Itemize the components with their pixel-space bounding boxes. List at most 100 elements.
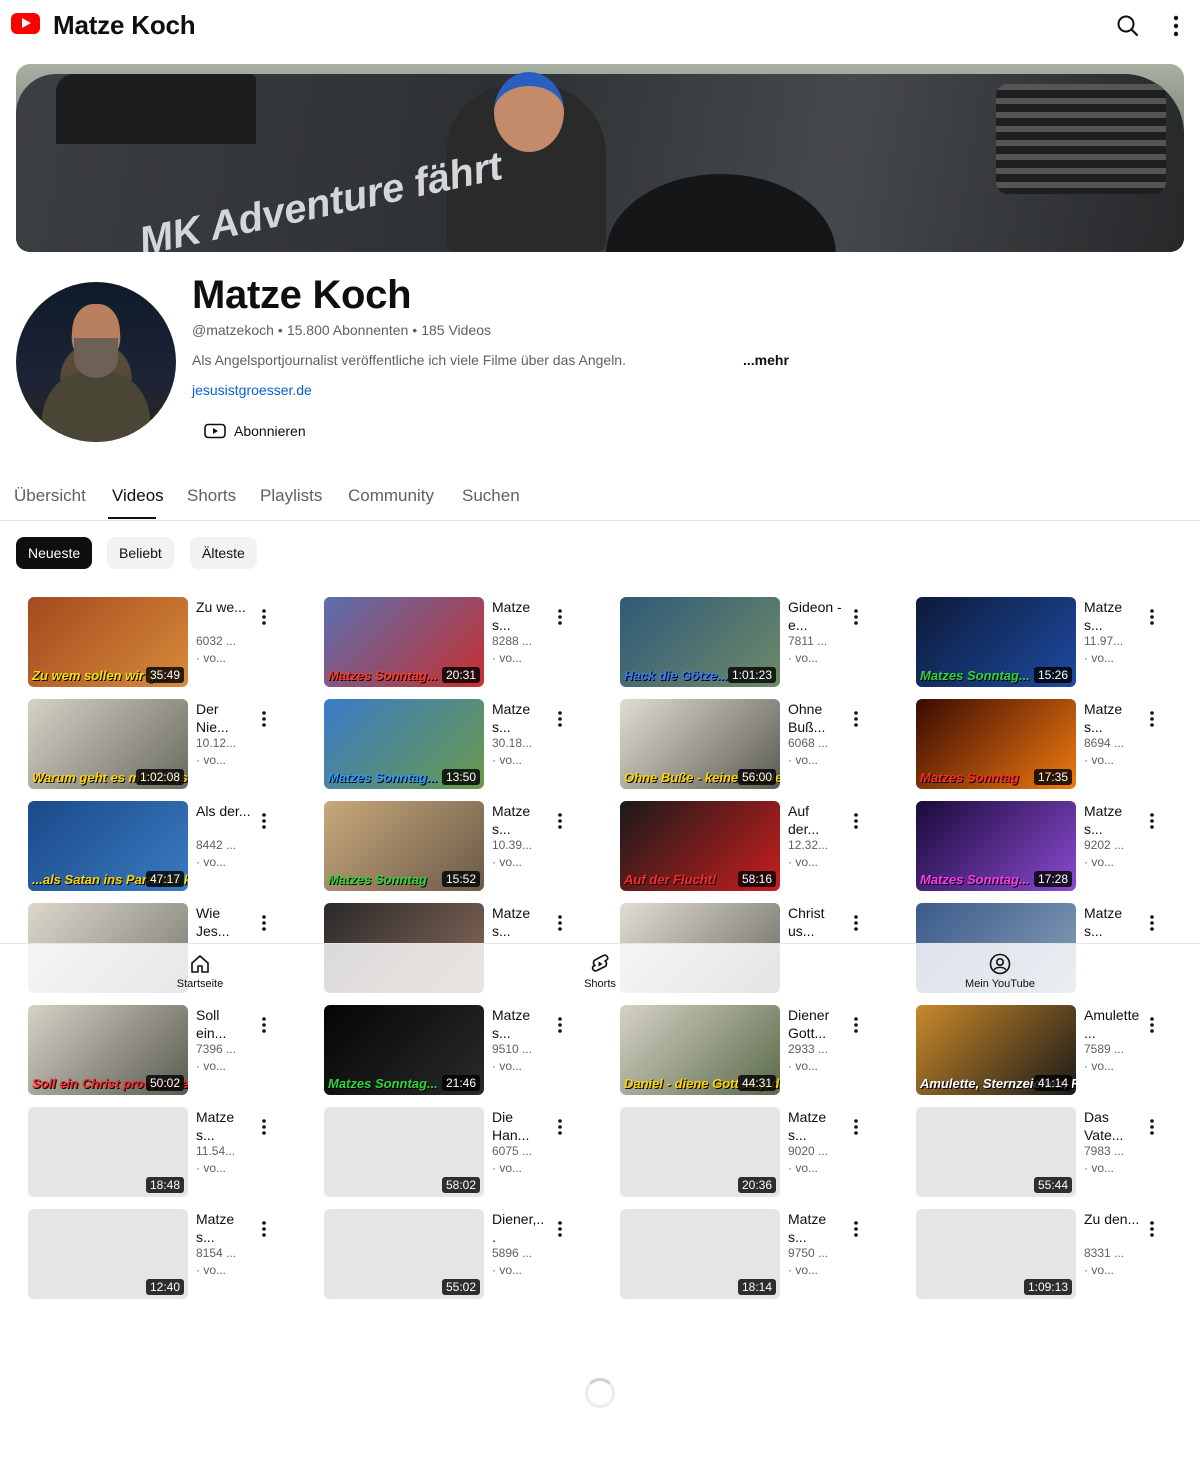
video-thumbnail[interactable]: Soll ein Christ provozieren? 50:02 [28, 1005, 188, 1095]
video-thumbnail[interactable]: Hack die Götze... 1:01:23 [620, 597, 780, 687]
video-menu-button[interactable] [552, 605, 568, 629]
video-menu-button[interactable] [848, 605, 864, 629]
video-title[interactable]: Zu we... [196, 598, 252, 616]
video-title[interactable]: Zu den... [1084, 1210, 1140, 1228]
video-thumbnail[interactable]: 18:48 [28, 1107, 188, 1197]
video-menu-button[interactable] [848, 809, 864, 833]
video-title[interactable]: Matze s... [1084, 700, 1140, 736]
video-thumbnail[interactable]: Matzes Sonntag... 21:46 [324, 1005, 484, 1095]
video-menu-button[interactable] [1144, 1013, 1160, 1037]
chip-oldest[interactable]: Älteste [190, 537, 257, 569]
tab-shorts[interactable]: Shorts [187, 486, 236, 506]
video-title[interactable]: Amulette... [1084, 1006, 1140, 1042]
video-card[interactable]: 55:44 Das Vate... 7983 ... · vo... [916, 1107, 1188, 1199]
video-menu-button[interactable] [1144, 707, 1160, 731]
video-menu-button[interactable] [256, 1115, 272, 1139]
video-title[interactable]: Gideon - e... [788, 598, 844, 634]
video-card[interactable]: Amulette, Sternzeichen, Reliquien41:14Am… [916, 1005, 1188, 1097]
video-menu-button[interactable] [256, 911, 272, 935]
tab-videos[interactable]: Videos [112, 486, 164, 506]
video-title[interactable]: Matze s... [1084, 802, 1140, 838]
video-title[interactable]: Matze s... [492, 904, 548, 940]
video-menu-button[interactable] [1144, 605, 1160, 629]
video-title[interactable]: Wie Jes... [196, 904, 252, 940]
video-thumbnail[interactable]: Ohne Buße - keine Gnade 56:00 [620, 699, 780, 789]
video-menu-button[interactable] [256, 1217, 272, 1241]
video-title[interactable]: Matze s... [492, 598, 548, 634]
video-thumbnail[interactable]: Matzes Sonntag... 17:28 [916, 801, 1076, 891]
video-card[interactable]: Matzes Sonntag 17:35 Matze s... 8694 ... · v… [916, 699, 1188, 791]
tab-community[interactable]: Community [348, 486, 434, 506]
video-thumbnail[interactable]: Matzes Sonntag 17:35 [916, 699, 1076, 789]
video-thumbnail[interactable]: Zu wem sollen wir g... 35:49 [28, 597, 188, 687]
video-title[interactable]: Christ us... [788, 904, 844, 940]
video-menu-button[interactable] [256, 707, 272, 731]
nav-shorts[interactable]: Shorts [540, 952, 660, 990]
video-title[interactable]: Ohne Buß... [788, 700, 844, 736]
video-card[interactable]: ...als Satan ins Paradies kam47:17 Als de… [28, 801, 300, 893]
video-menu-button[interactable] [552, 911, 568, 935]
search-button[interactable] [1112, 10, 1144, 42]
video-title[interactable]: Die Han... [492, 1108, 548, 1144]
video-card[interactable]: 18:48 Matze s... 11.54... · vo... [28, 1107, 300, 1199]
video-title[interactable]: Matze s... [1084, 598, 1140, 634]
subscribe-button[interactable]: Abonnieren [198, 417, 312, 445]
video-title[interactable]: Als der... [196, 802, 252, 820]
video-title[interactable]: Matze s... [492, 802, 548, 838]
nav-my-youtube[interactable]: Mein YouTube [940, 952, 1060, 990]
video-card[interactable]: 58:02 Die Han... 6075 ... · vo... [324, 1107, 596, 1199]
video-thumbnail[interactable]: Daniel - diene Gott zu jeder Zeit44:31 [620, 1005, 780, 1095]
video-title[interactable]: Der Nie... [196, 700, 252, 736]
video-card[interactable]: 18:14 Matze s... 9750 ... · vo... [620, 1209, 892, 1301]
video-card[interactable]: Hack die Götze... 1:01:23 Gideon - e... 781… [620, 597, 892, 689]
more-options-button[interactable] [1160, 10, 1192, 42]
chip-newest[interactable]: Neueste [16, 537, 93, 569]
chip-popular[interactable]: Beliebt [107, 537, 174, 569]
nav-home[interactable]: Startseite [140, 952, 260, 990]
video-thumbnail[interactable]: 1:09:13 [916, 1209, 1076, 1299]
video-title[interactable]: Diener Gott... [788, 1006, 844, 1042]
video-menu-button[interactable] [848, 1115, 864, 1139]
video-title[interactable]: Matze s... [1084, 904, 1140, 940]
description-more-link[interactable]: ...mehr [743, 352, 789, 368]
channel-external-link[interactable]: jesusistgroesser.de [192, 382, 312, 398]
video-thumbnail[interactable]: Amulette, Sternzeichen, Reliquien41:14 [916, 1005, 1076, 1095]
video-card[interactable]: Matzes Sonntag... 13:50 Matze s... 30.18...… [324, 699, 596, 791]
video-thumbnail[interactable]: 55:44 [916, 1107, 1076, 1197]
video-card[interactable]: Auf der Flucht! 58:16 Auf der... 12.32... · … [620, 801, 892, 893]
video-menu-button[interactable] [1144, 1217, 1160, 1241]
video-menu-button[interactable] [1144, 911, 1160, 935]
video-title[interactable]: Soll ein... [196, 1006, 252, 1042]
video-card[interactable]: Soll ein Christ provozieren? 50:02 Soll ei… [28, 1005, 300, 1097]
video-thumbnail[interactable]: Matzes Sonntag 15:52 [324, 801, 484, 891]
video-menu-button[interactable] [848, 707, 864, 731]
tab-overview[interactable]: Übersicht [14, 486, 86, 506]
video-menu-button[interactable] [552, 1013, 568, 1037]
video-card[interactable]: Matzes Sonntag... 21:46 Matze s... 9510 ...… [324, 1005, 596, 1097]
video-card[interactable]: Matzes Sonntag... 17:28 Matze s... 9202 ...… [916, 801, 1188, 893]
video-menu-button[interactable] [1144, 1115, 1160, 1139]
video-menu-button[interactable] [552, 1115, 568, 1139]
video-card[interactable]: Matzes Sonntag... 15:26 Matze s... 11.97...… [916, 597, 1188, 689]
video-menu-button[interactable] [256, 1013, 272, 1037]
video-title[interactable]: Matze s... [196, 1108, 252, 1144]
video-card[interactable]: 20:36 Matze s... 9020 ... · vo... [620, 1107, 892, 1199]
youtube-logo-icon[interactable] [11, 13, 40, 34]
tab-search[interactable]: Suchen [462, 486, 520, 506]
video-card[interactable]: Matzes Sonntag... 20:31 Matze s... 8288 ...… [324, 597, 596, 689]
video-menu-button[interactable] [256, 605, 272, 629]
video-card[interactable]: 55:02 Diener,... 5896 ... · vo... [324, 1209, 596, 1301]
video-menu-button[interactable] [1144, 809, 1160, 833]
video-thumbnail[interactable]: 12:40 [28, 1209, 188, 1299]
video-title[interactable]: Das Vate... [1084, 1108, 1140, 1144]
video-thumbnail[interactable]: ...als Satan ins Paradies kam47:17 [28, 801, 188, 891]
video-thumbnail[interactable]: 18:14 [620, 1209, 780, 1299]
tab-playlists[interactable]: Playlists [260, 486, 322, 506]
video-card[interactable]: Daniel - diene Gott zu jeder Zeit44:31Di… [620, 1005, 892, 1097]
video-menu-button[interactable] [552, 1217, 568, 1241]
channel-avatar[interactable] [16, 282, 176, 442]
video-thumbnail[interactable]: 58:02 [324, 1107, 484, 1197]
video-menu-button[interactable] [552, 809, 568, 833]
video-title[interactable]: Matze s... [788, 1210, 844, 1246]
video-card[interactable]: 1:09:13 Zu den... 8331 ... · vo... [916, 1209, 1188, 1301]
